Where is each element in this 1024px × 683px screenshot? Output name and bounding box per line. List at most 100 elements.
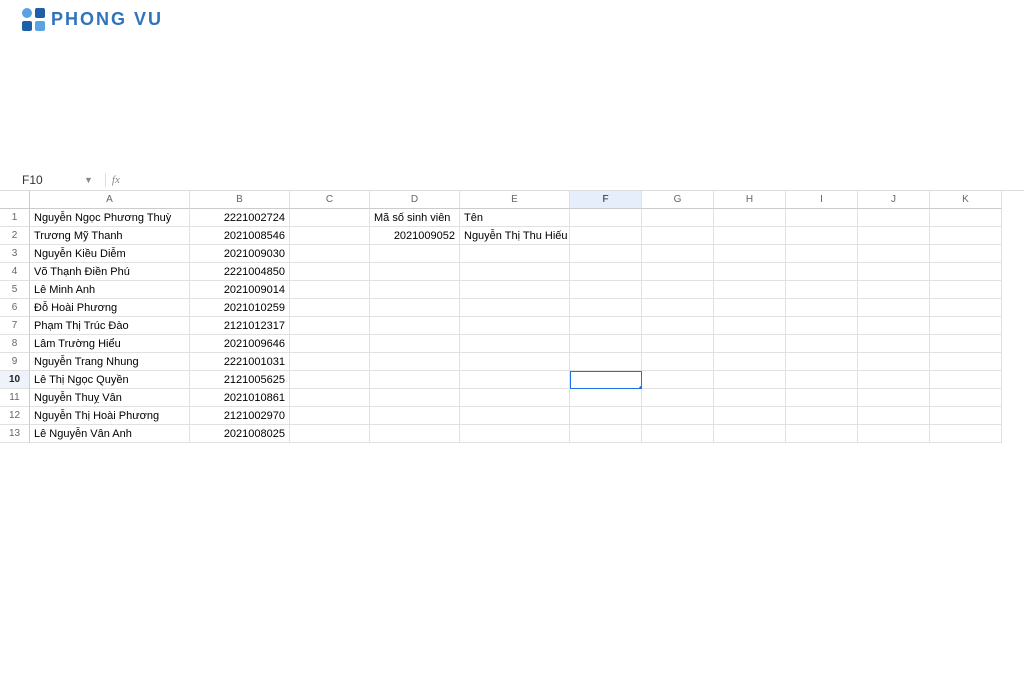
cell-K8[interactable] — [930, 335, 1002, 353]
cell-K9[interactable] — [930, 353, 1002, 371]
cell-C5[interactable] — [290, 281, 370, 299]
name-box[interactable]: F10 — [18, 171, 78, 189]
spreadsheet-grid[interactable]: 12345678910111213 ABCDEFGHIJK Nguyễn Ngọ… — [0, 191, 1024, 443]
cell-J12[interactable] — [858, 407, 930, 425]
cell-F3[interactable] — [570, 245, 642, 263]
cell-D8[interactable] — [370, 335, 460, 353]
cell-J3[interactable] — [858, 245, 930, 263]
cell-C6[interactable] — [290, 299, 370, 317]
cell-E9[interactable] — [460, 353, 570, 371]
cell-B4[interactable]: 2221004850 — [190, 263, 290, 281]
cell-H11[interactable] — [714, 389, 786, 407]
cell-J2[interactable] — [858, 227, 930, 245]
cell-F13[interactable] — [570, 425, 642, 443]
cell-C3[interactable] — [290, 245, 370, 263]
column-header-G[interactable]: G — [642, 191, 714, 209]
cell-K10[interactable] — [930, 371, 1002, 389]
fx-icon[interactable]: fx — [112, 174, 120, 186]
cell-G4[interactable] — [642, 263, 714, 281]
column-header-K[interactable]: K — [930, 191, 1002, 209]
cell-C2[interactable] — [290, 227, 370, 245]
cell-E13[interactable] — [460, 425, 570, 443]
cell-A1[interactable]: Nguyễn Ngọc Phương Thuỳ — [30, 209, 190, 227]
cell-H12[interactable] — [714, 407, 786, 425]
cell-J10[interactable] — [858, 371, 930, 389]
cell-K7[interactable] — [930, 317, 1002, 335]
column-header-I[interactable]: I — [786, 191, 858, 209]
cell-I13[interactable] — [786, 425, 858, 443]
cell-G3[interactable] — [642, 245, 714, 263]
cell-B9[interactable]: 2221001031 — [190, 353, 290, 371]
cell-J9[interactable] — [858, 353, 930, 371]
cell-F10[interactable] — [570, 371, 642, 389]
cell-E12[interactable] — [460, 407, 570, 425]
cell-A5[interactable]: Lê Minh Anh — [30, 281, 190, 299]
cell-B7[interactable]: 2121012317 — [190, 317, 290, 335]
cell-G13[interactable] — [642, 425, 714, 443]
cell-I4[interactable] — [786, 263, 858, 281]
cell-G10[interactable] — [642, 371, 714, 389]
cell-D6[interactable] — [370, 299, 460, 317]
cell-E11[interactable] — [460, 389, 570, 407]
cell-G2[interactable] — [642, 227, 714, 245]
cell-H3[interactable] — [714, 245, 786, 263]
cell-E3[interactable] — [460, 245, 570, 263]
cell-E4[interactable] — [460, 263, 570, 281]
cell-D5[interactable] — [370, 281, 460, 299]
cell-B3[interactable]: 2021009030 — [190, 245, 290, 263]
column-header-J[interactable]: J — [858, 191, 930, 209]
cell-J6[interactable] — [858, 299, 930, 317]
column-header-D[interactable]: D — [370, 191, 460, 209]
cell-A2[interactable]: Trương Mỹ Thanh — [30, 227, 190, 245]
cell-I5[interactable] — [786, 281, 858, 299]
cell-K3[interactable] — [930, 245, 1002, 263]
column-header-F[interactable]: F — [570, 191, 642, 209]
cell-D7[interactable] — [370, 317, 460, 335]
cell-B8[interactable]: 2021009646 — [190, 335, 290, 353]
cell-J1[interactable] — [858, 209, 930, 227]
cell-H13[interactable] — [714, 425, 786, 443]
cell-A3[interactable]: Nguyễn Kiều Diễm — [30, 245, 190, 263]
cell-I10[interactable] — [786, 371, 858, 389]
cell-C9[interactable] — [290, 353, 370, 371]
cell-E8[interactable] — [460, 335, 570, 353]
cell-B6[interactable]: 2021010259 — [190, 299, 290, 317]
cell-D9[interactable] — [370, 353, 460, 371]
row-header[interactable]: 6 — [0, 299, 30, 317]
row-header[interactable]: 8 — [0, 335, 30, 353]
cell-A9[interactable]: Nguyễn Trang Nhung — [30, 353, 190, 371]
cell-A12[interactable]: Nguyễn Thị Hoài Phương — [30, 407, 190, 425]
cell-K2[interactable] — [930, 227, 1002, 245]
row-header[interactable]: 13 — [0, 425, 30, 443]
cell-D10[interactable] — [370, 371, 460, 389]
cell-B1[interactable]: 2221002724 — [190, 209, 290, 227]
cell-G11[interactable] — [642, 389, 714, 407]
cell-D13[interactable] — [370, 425, 460, 443]
cell-F7[interactable] — [570, 317, 642, 335]
cell-E5[interactable] — [460, 281, 570, 299]
cell-C10[interactable] — [290, 371, 370, 389]
cell-F2[interactable] — [570, 227, 642, 245]
cell-E1[interactable]: Tên — [460, 209, 570, 227]
column-header-C[interactable]: C — [290, 191, 370, 209]
cell-K6[interactable] — [930, 299, 1002, 317]
cell-I3[interactable] — [786, 245, 858, 263]
cell-G1[interactable] — [642, 209, 714, 227]
cell-K13[interactable] — [930, 425, 1002, 443]
cell-H6[interactable] — [714, 299, 786, 317]
column-header-B[interactable]: B — [190, 191, 290, 209]
cell-I11[interactable] — [786, 389, 858, 407]
cell-A7[interactable]: Phạm Thị Trúc Đào — [30, 317, 190, 335]
cell-F11[interactable] — [570, 389, 642, 407]
cell-J7[interactable] — [858, 317, 930, 335]
row-header[interactable]: 5 — [0, 281, 30, 299]
cell-B2[interactable]: 2021008546 — [190, 227, 290, 245]
cell-E7[interactable] — [460, 317, 570, 335]
cell-H2[interactable] — [714, 227, 786, 245]
cell-A10[interactable]: Lê Thị Ngọc Quyền — [30, 371, 190, 389]
cell-E10[interactable] — [460, 371, 570, 389]
row-header[interactable]: 2 — [0, 227, 30, 245]
cell-G7[interactable] — [642, 317, 714, 335]
cell-A8[interactable]: Lâm Trường Hiểu — [30, 335, 190, 353]
row-header[interactable]: 3 — [0, 245, 30, 263]
